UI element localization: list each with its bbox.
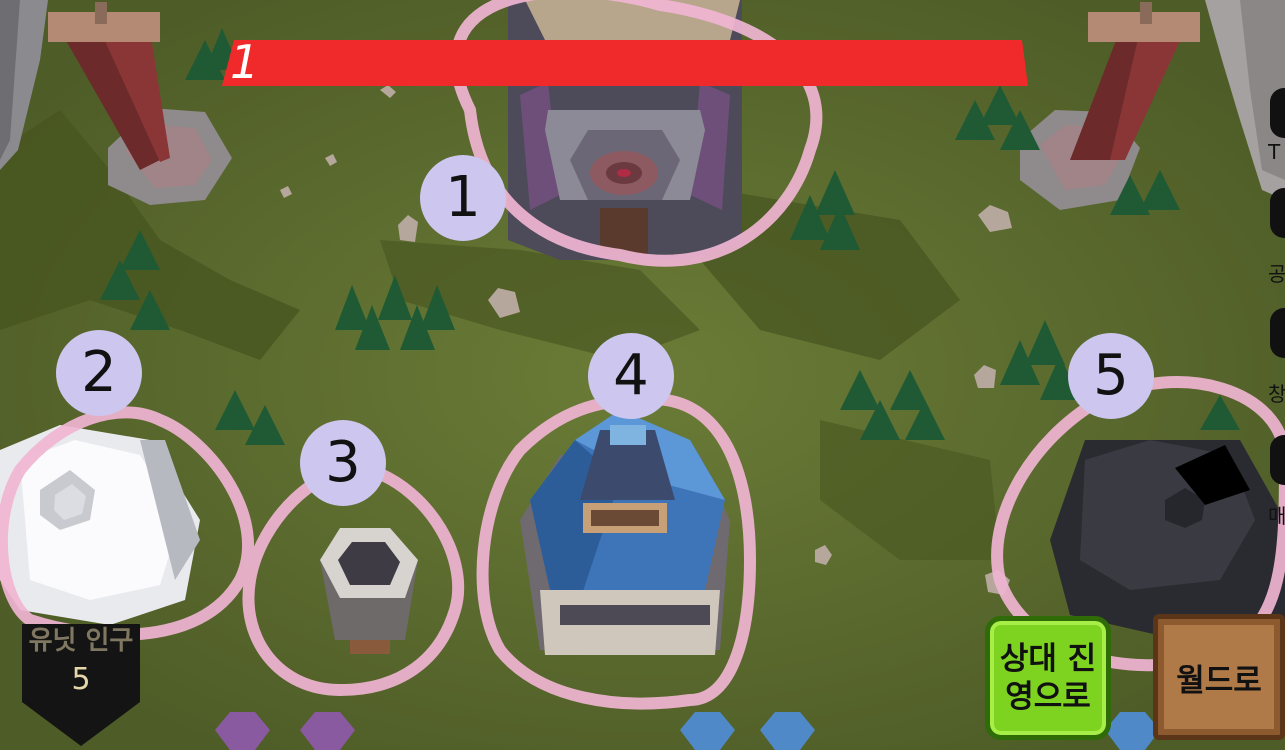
marker-1: 1 bbox=[420, 155, 506, 241]
side-button-2[interactable] bbox=[1270, 188, 1285, 238]
hp-bar-fill bbox=[222, 40, 1028, 86]
marker-2: 2 bbox=[56, 330, 142, 416]
stone-tower-small bbox=[320, 528, 418, 654]
unit-population-panel: 유닛 인구 5 bbox=[20, 618, 142, 746]
marker-5: 5 bbox=[1068, 333, 1154, 419]
go-to-enemy-base-button[interactable]: 상대 진 영으로 bbox=[985, 616, 1111, 740]
unit-population-label: 유닛 인구 bbox=[28, 626, 134, 656]
side-label-3: 창 bbox=[1268, 382, 1285, 406]
marker-3: 3 bbox=[300, 420, 386, 506]
side-button-4[interactable] bbox=[1270, 435, 1285, 485]
side-button-3[interactable] bbox=[1270, 308, 1285, 358]
side-label-1: T bbox=[1268, 140, 1281, 164]
marker-4: 4 bbox=[588, 333, 674, 419]
enemy-hp-bar: 1 bbox=[222, 36, 1028, 88]
side-label-4: 매 bbox=[1268, 504, 1285, 528]
hp-value: 1 bbox=[230, 35, 260, 89]
enemy-keep bbox=[508, 0, 742, 260]
dark-tower bbox=[1050, 440, 1285, 640]
side-button-1[interactable] bbox=[1270, 88, 1285, 138]
unit-population-count: 5 bbox=[71, 662, 91, 697]
side-label-2: 공 bbox=[1268, 262, 1285, 286]
go-to-world-button[interactable]: 월드로 bbox=[1153, 614, 1285, 740]
